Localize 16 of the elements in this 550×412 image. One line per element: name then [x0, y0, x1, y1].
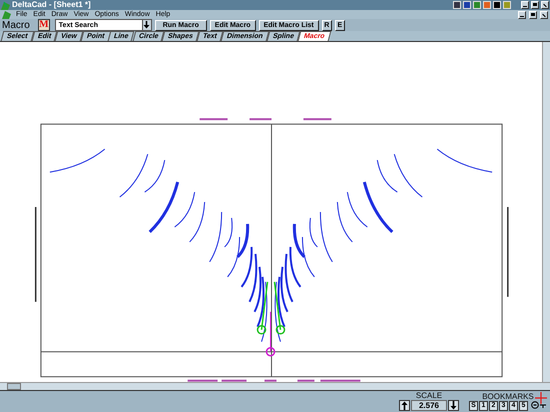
zoom-icon[interactable]	[531, 401, 547, 411]
horizontal-scrollbar[interactable]	[0, 382, 550, 391]
minimize-icon[interactable]	[521, 1, 529, 9]
bookmarks-label: BOOKMARKS	[482, 392, 534, 401]
scale-down-icon[interactable]	[448, 400, 459, 411]
scale-label: SCALE	[416, 391, 442, 400]
window-title: DeltaCad - [Sheet1 *]	[12, 0, 91, 10]
scale-field[interactable]: 2.576	[411, 400, 447, 411]
crosshair-icon[interactable]	[535, 392, 547, 406]
scale-up-icon[interactable]	[399, 400, 410, 411]
macro-icon[interactable]: M	[38, 19, 50, 31]
app-logo-icon	[1, 0, 10, 10]
vertical-scrollbar[interactable]	[542, 42, 550, 382]
toolbar-label: Macro	[2, 20, 30, 30]
drawing-canvas[interactable]	[0, 42, 550, 382]
minimize-icon[interactable]	[518, 10, 526, 18]
